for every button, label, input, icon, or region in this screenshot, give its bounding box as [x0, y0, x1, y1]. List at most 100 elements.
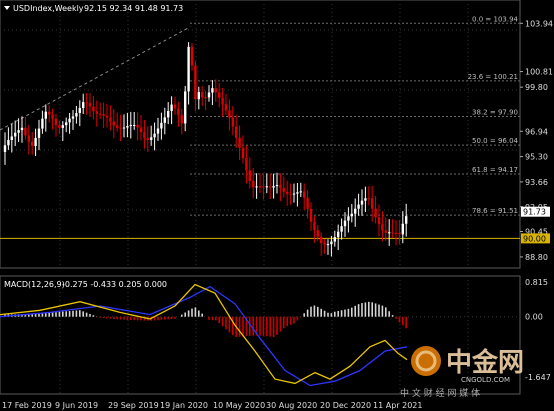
candle-body	[170, 104, 173, 112]
current-price-value: 91.73	[523, 208, 546, 217]
price-axis-label: 88.80	[525, 253, 548, 262]
fib-level-label: 78.6 = 91.51	[472, 207, 518, 215]
candle-body	[258, 186, 262, 188]
candle-body	[279, 184, 282, 189]
candle-body	[313, 221, 316, 231]
symbol-label: USDIndex,Weekly	[13, 4, 84, 13]
candle-body	[384, 230, 387, 233]
candle-body	[156, 128, 160, 134]
candle-body	[357, 204, 360, 209]
candle-body	[221, 97, 224, 105]
candle-body	[388, 232, 391, 234]
candle-body	[58, 124, 61, 128]
candle-body	[306, 197, 309, 209]
support-price-tag: 90.00	[521, 233, 550, 244]
candle-body	[51, 114, 54, 119]
candle-body	[211, 88, 214, 93]
candle-body	[177, 108, 180, 116]
candle-body	[316, 230, 319, 237]
candle-body	[201, 92, 204, 98]
price-axis-label: 99.80	[525, 83, 548, 92]
candle-body	[105, 115, 109, 118]
candle-body	[78, 108, 81, 114]
candle-body	[194, 65, 197, 100]
candle-body	[364, 198, 367, 201]
watermark-logo-text: 中金网	[446, 347, 524, 378]
candle-body	[228, 110, 231, 118]
candle-body	[119, 127, 122, 129]
candle-body	[129, 124, 132, 127]
candle-body	[37, 128, 41, 138]
candle-body	[326, 244, 330, 246]
candle-body	[88, 102, 92, 107]
watermark-tagline: 中 文 财 经 网 媒 体	[400, 387, 480, 399]
candle-body	[82, 102, 85, 109]
candle-body	[401, 223, 404, 235]
candle-body	[146, 138, 149, 141]
candle-body	[102, 114, 105, 116]
candle-body	[265, 186, 268, 188]
candle-body	[41, 118, 44, 129]
candle-body	[303, 191, 306, 198]
candle-body	[381, 224, 384, 231]
fib-level-label: 61.8 = 94.17	[472, 166, 518, 174]
candle-body	[95, 111, 98, 114]
macd-axis-label: 0.815	[525, 278, 548, 287]
candle-body	[377, 217, 381, 225]
date-axis-label: 10 May 2020	[213, 401, 265, 410]
candle-body	[160, 122, 163, 129]
candle-body	[85, 102, 88, 104]
price-axis-label: 100.81	[525, 68, 553, 77]
candle-body	[167, 111, 170, 118]
fib-level-label: 50.0 = 96.04	[472, 137, 518, 145]
candle-body	[126, 126, 129, 128]
candle-body	[238, 137, 241, 148]
ohlc-values: 92.15 92.34 91.48 91.73	[84, 4, 183, 13]
candle-body	[350, 213, 353, 217]
candle-body	[394, 232, 398, 234]
candle-body	[299, 191, 302, 193]
candle-body	[99, 113, 102, 115]
candle-body	[7, 140, 10, 146]
candle-body	[343, 220, 347, 227]
candle-body	[184, 91, 187, 124]
current-price-tag: 91.73	[521, 206, 550, 217]
candle-body	[17, 130, 20, 133]
candle-body	[65, 122, 68, 126]
candle-body	[133, 124, 136, 126]
candle-body	[207, 92, 211, 98]
macd-axis-label: -1.647	[525, 373, 551, 382]
candle-body	[286, 191, 289, 194]
price-axis-label: 93.66	[525, 178, 548, 187]
candle-body	[75, 113, 78, 117]
candle-body	[190, 46, 194, 66]
candle-body	[367, 198, 370, 200]
date-axis: 17 Feb 2019 9 Jun 2019 29 Sep 2019 19 Jan 2…	[2, 401, 422, 410]
candle-body	[309, 208, 313, 222]
candle-body	[398, 232, 401, 235]
candle-body	[31, 141, 34, 146]
candle-body	[269, 186, 272, 188]
date-axis-label: 20 Dec 2020	[320, 401, 371, 410]
candle-body	[374, 208, 377, 218]
date-axis-label: 9 Jun 2019	[55, 401, 98, 410]
date-axis-label: 30 Aug 2020	[266, 401, 317, 410]
date-axis-label: 17 Feb 2019	[2, 401, 52, 410]
candle-body	[296, 192, 299, 194]
candle-body	[347, 216, 350, 221]
trading-chart[interactable]: 0.0 = 103.94 23.6 = 100.21 38.2 = 97.90 50.…	[0, 0, 554, 411]
fib-level-label: 23.6 = 100.21	[468, 73, 518, 81]
macd-indicator-label: MACD(12,26,9)	[4, 280, 65, 289]
candle-body	[24, 127, 27, 136]
macd-indicator-values: -0.275 -0.433 0.205 0.000	[62, 280, 167, 289]
date-axis-label: 19 Jan 2020	[160, 401, 208, 410]
candle-body	[235, 126, 238, 138]
candle-body	[139, 127, 143, 133]
fib-level-label: 38.2 = 97.90	[472, 108, 518, 116]
candle-body	[224, 104, 228, 111]
candle-body	[292, 193, 296, 195]
candle-body	[262, 186, 265, 188]
candle-body	[275, 184, 279, 187]
candle-body	[10, 136, 13, 141]
candle-body	[245, 158, 248, 171]
